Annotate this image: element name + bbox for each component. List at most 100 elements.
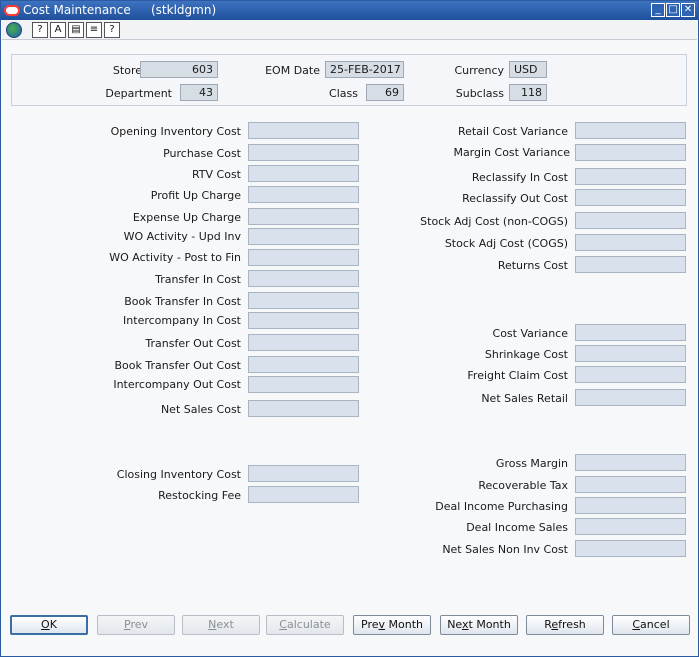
retail-cost-variance-field[interactable] — [575, 122, 686, 139]
net-sales-cost-label: Net Sales Cost — [160, 403, 241, 416]
recoverable-tax-field[interactable] — [575, 476, 686, 493]
globe-icon[interactable] — [6, 22, 22, 38]
prev-month-button[interactable]: Prev Month — [353, 615, 431, 635]
prev-button[interactable]: Prev — [97, 615, 175, 635]
deal-income-purchasing-field[interactable] — [575, 497, 686, 514]
eom-date-label: EOM Date — [265, 64, 320, 77]
expense-up-charge-field[interactable] — [248, 208, 359, 225]
transfer-out-cost-field[interactable] — [248, 334, 359, 351]
rtv-cost-field[interactable] — [248, 165, 359, 182]
cost-variance-label: Cost Variance — [492, 327, 568, 340]
minimize-icon[interactable]: _ — [651, 3, 665, 17]
reclassify-out-cost-label: Reclassify Out Cost — [462, 192, 568, 205]
retail-cost-variance-label: Retail Cost Variance — [457, 125, 568, 138]
margin-cost-variance-field[interactable] — [575, 144, 686, 161]
cancel-button[interactable]: Cancel — [612, 615, 690, 635]
gross-margin-field[interactable] — [575, 454, 686, 471]
closing-inventory-cost-field[interactable] — [248, 465, 359, 482]
returns-cost-field[interactable] — [575, 256, 686, 273]
department-label: Department — [105, 87, 172, 100]
currency-label: Currency — [454, 64, 504, 77]
book-transfer-out-cost-label: Book Transfer Out Cost — [114, 359, 242, 372]
deal-income-sales-label: Deal Income Sales — [466, 521, 568, 534]
reclassify-in-cost-label: Reclassify In Cost — [471, 171, 568, 184]
transfer-in-cost-label: Transfer In Cost — [155, 273, 241, 286]
help-question-icon[interactable]: ? — [104, 22, 120, 38]
refresh-button[interactable]: Refresh — [526, 615, 604, 635]
currency-field: USD — [509, 61, 547, 78]
oracle-logo-icon — [4, 5, 20, 16]
header-panel: Store 603 EOM Date 25-FEB-2017 Currency … — [11, 54, 687, 106]
department-field: 43 — [180, 84, 218, 101]
window-title: Cost Maintenance — [23, 3, 131, 17]
help-book-icon[interactable]: ▤ — [68, 22, 84, 38]
next-button[interactable]: Next — [182, 615, 260, 635]
net-sales-retail-label: Net Sales Retail — [481, 392, 568, 405]
net-sales-non-inv-cost-field[interactable] — [575, 540, 686, 557]
intercompany-in-cost-label: Intercompany In Cost — [123, 314, 241, 327]
deal-income-sales-field[interactable] — [575, 518, 686, 535]
book-transfer-in-cost-field[interactable] — [248, 292, 359, 309]
calculate-button[interactable]: Calculate — [266, 615, 344, 635]
deal-income-purchasing-label: Deal Income Purchasing — [435, 500, 568, 513]
profit-up-charge-field[interactable] — [248, 186, 359, 203]
stock-adj-cost-non-cogs-field[interactable] — [575, 212, 686, 229]
intercompany-out-cost-field[interactable] — [248, 376, 359, 393]
eom-date-field: 25-FEB-2017 — [325, 61, 404, 78]
net-sales-non-inv-cost-label: Net Sales Non Inv Cost — [442, 543, 568, 556]
profit-up-charge-label: Profit Up Charge — [150, 189, 241, 202]
transfer-in-cost-field[interactable] — [248, 270, 359, 287]
class-field: 69 — [366, 84, 404, 101]
reclassify-in-cost-field[interactable] — [575, 168, 686, 185]
wo-activity-post-to-fin-field[interactable] — [248, 249, 359, 266]
purchase-cost-label: Purchase Cost — [163, 147, 241, 160]
help-topics-icon[interactable]: ? — [32, 22, 48, 38]
next-month-button[interactable]: Next Month — [440, 615, 518, 635]
intercompany-out-cost-label: Intercompany Out Cost — [113, 378, 241, 391]
class-label: Class — [329, 87, 358, 100]
net-sales-retail-field[interactable] — [575, 389, 686, 406]
ok-button[interactable]: OK — [10, 615, 88, 635]
opening-inventory-cost-field[interactable] — [248, 122, 359, 139]
purchase-cost-field[interactable] — [248, 144, 359, 161]
book-transfer-in-cost-label: Book Transfer In Cost — [124, 295, 241, 308]
title-bar[interactable]: Cost Maintenance (stkldgmn) _ □ ✕ — [1, 1, 698, 20]
book-transfer-out-cost-field[interactable] — [248, 356, 359, 373]
window-subtitle: (stkldgmn) — [151, 3, 217, 17]
stock-adj-cost-cogs-field[interactable] — [575, 234, 686, 251]
subclass-field: 118 — [509, 84, 547, 101]
reclassify-out-cost-field[interactable] — [575, 189, 686, 206]
restocking-fee-label: Restocking Fee — [158, 489, 241, 502]
stock-adj-cost-non-cogs-label: Stock Adj Cost (non-COGS) — [420, 215, 568, 228]
shrinkage-cost-field[interactable] — [575, 345, 686, 362]
toolbar: ? A ▤ ≡ ? — [2, 20, 697, 40]
gross-margin-label: Gross Margin — [495, 457, 568, 470]
rtv-cost-label: RTV Cost — [191, 168, 241, 181]
shrinkage-cost-label: Shrinkage Cost — [484, 348, 568, 361]
intercompany-in-cost-field[interactable] — [248, 312, 359, 329]
freight-claim-cost-label: Freight Claim Cost — [467, 369, 568, 382]
opening-inventory-cost-label: Opening Inventory Cost — [110, 125, 241, 138]
store-label: Store — [112, 64, 142, 77]
subclass-label: Subclass — [455, 87, 504, 100]
cost-maintenance-window: Cost Maintenance (stkldgmn) _ □ ✕ ? A ▤ … — [0, 0, 699, 657]
store-field: 603 — [140, 61, 218, 78]
closing-inventory-cost-label: Closing Inventory Cost — [116, 468, 241, 481]
help-search-icon[interactable]: A — [50, 22, 66, 38]
returns-cost-label: Returns Cost — [497, 259, 568, 272]
wo-activity-upd-inv-label: WO Activity - Upd Inv — [123, 230, 241, 243]
freight-claim-cost-field[interactable] — [575, 366, 686, 383]
wo-activity-post-to-fin-label: WO Activity - Post to Fin — [109, 251, 241, 264]
wo-activity-upd-inv-field[interactable] — [248, 228, 359, 245]
restocking-fee-field[interactable] — [248, 486, 359, 503]
close-icon[interactable]: ✕ — [681, 3, 695, 17]
transfer-out-cost-label: Transfer Out Cost — [145, 337, 241, 350]
expense-up-charge-label: Expense Up Charge — [132, 211, 241, 224]
cost-variance-field[interactable] — [575, 324, 686, 341]
recoverable-tax-label: Recoverable Tax — [478, 479, 568, 492]
maximize-icon[interactable]: □ — [666, 3, 680, 17]
net-sales-cost-field[interactable] — [248, 400, 359, 417]
stock-adj-cost-cogs-label: Stock Adj Cost (COGS) — [444, 237, 568, 250]
help-index-icon[interactable]: ≡ — [86, 22, 102, 38]
margin-cost-variance-label: Margin Cost Variance — [453, 146, 570, 159]
